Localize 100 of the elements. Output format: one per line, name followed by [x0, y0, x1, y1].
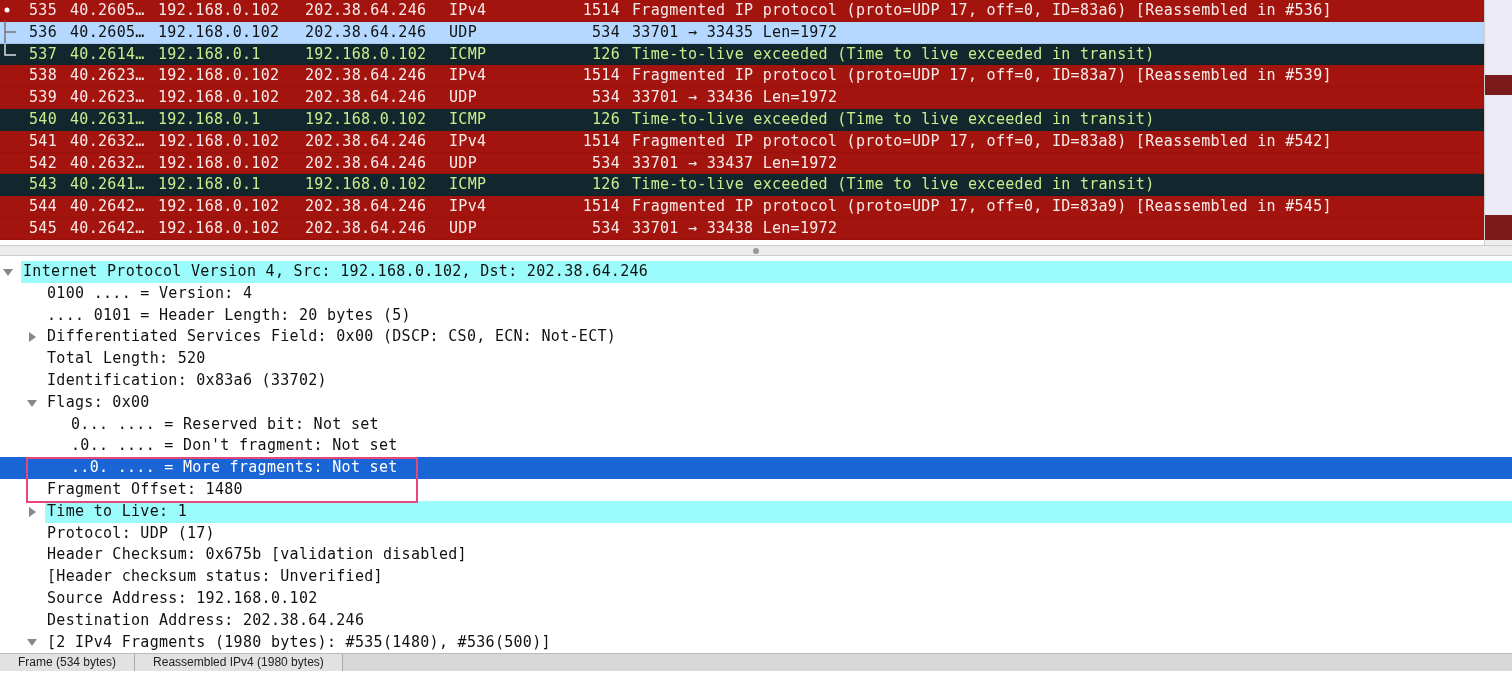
table-cell-text: 534	[591, 87, 620, 108]
packet-row[interactable]: 542 40.2632… 192.168.0.102 202.38.64.246 UDP 534 33701 → 33437 Len=1972	[0, 152, 1484, 175]
packet-row[interactable]: 541 40.2632… 192.168.0.102 202.38.64.246 IPv4 1514 Fragmented IP protocol (proto=UDP 17, off=0, ID=83a8) [Reassembled in #542]	[0, 130, 1484, 153]
table-cell-text: 126	[591, 174, 620, 196]
table-cell-text: IPv4	[449, 196, 488, 217]
table-cell-text: 192.168.0.102	[158, 152, 281, 174]
tree-item-text[interactable]: 0... .... = Reserved bit: Not set	[69, 413, 383, 436]
table-cell-text: IPv4	[449, 0, 488, 21]
table-cell: Fragmented IP protocol (proto=UDP 17, off=0, ID=83a6) [Reassembled in #536]	[632, 0, 1332, 21]
table-cell-text: 536	[28, 21, 57, 43]
table-cell-text: 192.168.0.102	[158, 0, 281, 21]
table-cell-text: 192.168.0.1	[158, 43, 262, 65]
table-cell-text: 40.2632…	[70, 130, 146, 152]
table-cell-text: 40.2642…	[70, 196, 146, 217]
table-cell: Fragmented IP protocol (proto=UDP 17, off=0, ID=83a9) [Reassembled in #545]	[632, 196, 1332, 217]
tree-item-text[interactable]: Header Checksum: 0x675b [validation disabled]	[45, 544, 471, 567]
table-cell-text: 202.38.64.246	[305, 0, 428, 21]
table-cell-text: 192.168.0.102	[158, 196, 281, 217]
table-cell-text: 534	[591, 21, 620, 43]
table-cell-text: 192.168.0.102	[305, 174, 428, 196]
table-cell-text: 202.38.64.246	[305, 217, 428, 239]
table-cell-text: 1514	[581, 65, 620, 87]
table-cell-text: IPv4	[449, 130, 488, 152]
tree-item-text[interactable]: Time to Live: 1	[45, 500, 1512, 523]
tree-item-text[interactable]: Flags: 0x00	[45, 391, 154, 414]
selected-tree-row[interactable]: ..0. .... = More fragments: Not set	[0, 457, 1512, 479]
tree-item-text[interactable]: Fragment Offset: 1480	[45, 478, 247, 501]
packet-row[interactable]: 540 40.2631… 192.168.0.1 192.168.0.102 ICMP 126 Time-to-live exceeded (Time to live exceeded in transit)	[0, 109, 1484, 131]
collapse-triangle-icon[interactable]	[3, 266, 13, 277]
table-cell-text: 192.168.0.102	[305, 43, 428, 65]
table-cell-text: 192.168.0.102	[158, 87, 281, 108]
table-cell-text: 192.168.0.102	[158, 65, 281, 87]
table-cell-text: 192.168.0.1	[158, 109, 262, 130]
status-tab[interactable]: Frame (534 bytes)	[0, 654, 136, 671]
table-cell: Fragmented IP protocol (proto=UDP 17, off=0, ID=83a8) [Reassembled in #542]	[632, 130, 1332, 152]
packet-row[interactable]: 545 40.2642… 192.168.0.102 202.38.64.246 UDP 534 33701 → 33438 Len=1972	[0, 217, 1484, 240]
table-cell-text: 40.2641…	[70, 174, 146, 196]
collapse-triangle-icon[interactable]	[27, 637, 37, 648]
table-cell-text: 543	[28, 174, 57, 196]
table-cell-text: 538	[28, 65, 57, 87]
table-cell-text: 1514	[581, 0, 620, 21]
table-cell: Time-to-live exceeded (Time to live exceeded in transit)	[632, 109, 1155, 130]
table-cell-text: 539	[28, 87, 57, 108]
table-cell-text: 537	[28, 43, 57, 65]
table-cell-text: 202.38.64.246	[305, 196, 428, 217]
expand-triangle-icon[interactable]	[27, 506, 37, 517]
tree-item-text[interactable]: 0100 .... = Version: 4	[45, 282, 257, 305]
table-cell-text: 202.38.64.246	[305, 21, 428, 43]
packet-row[interactable]: 535 40.2605… 192.168.0.102 202.38.64.246 IPv4 1514 Fragmented IP protocol (proto=UDP 17, off=0, ID=83a6) [Reassembled in #536]	[0, 0, 1484, 22]
table-cell-text: ICMP	[449, 43, 488, 65]
table-cell-text: 545	[28, 217, 57, 239]
tree-item-text[interactable]: [Header checksum status: Unverified]	[45, 566, 387, 588]
table-cell-text: 534	[591, 217, 620, 239]
table-cell: 33701 → 33435 Len=1972	[632, 21, 838, 43]
table-cell-text: 40.2623…	[70, 65, 146, 87]
tree-item-text[interactable]: Total Length: 520	[45, 348, 210, 370]
collapse-triangle-icon[interactable]	[27, 397, 37, 408]
table-cell-text: 40.2605…	[70, 21, 146, 43]
table-cell-text: 540	[28, 109, 57, 130]
packet-row[interactable]: 539 40.2623… 192.168.0.102 202.38.64.246 UDP 534 33701 → 33436 Len=1972	[0, 87, 1484, 109]
tree-item-text[interactable]: .0.. .... = Don't fragment: Not set	[69, 435, 402, 458]
table-cell-text: 40.2632…	[70, 152, 146, 174]
table-cell-text: 40.2642…	[70, 217, 146, 239]
packet-row[interactable]: 544 40.2642… 192.168.0.102 202.38.64.246 IPv4 1514 Fragmented IP protocol (proto=UDP 17, off=0, ID=83a9) [Reassembled in #545]	[0, 196, 1484, 218]
table-cell-text: 544	[28, 196, 57, 217]
table-cell-text: 202.38.64.246	[305, 65, 428, 87]
tree-item-text[interactable]: .... 0101 = Header Length: 20 bytes (5)	[45, 304, 415, 327]
tree-item-text[interactable]: Identification: 0x83a6 (33702)	[45, 370, 331, 392]
table-cell-text: 534	[591, 152, 620, 174]
table-cell-text: 202.38.64.246	[305, 130, 428, 152]
table-cell-text: UDP	[449, 152, 478, 174]
packet-row[interactable]: 537 40.2614… 192.168.0.1 192.168.0.102 ICMP 126 Time-to-live exceeded (Time to live exceeded in transit)	[0, 43, 1484, 66]
table-cell-text: ICMP	[449, 109, 488, 130]
table-cell-text: ICMP	[449, 174, 488, 196]
table-cell: 33701 → 33438 Len=1972	[632, 217, 838, 239]
table-cell-text: 40.2631…	[70, 109, 146, 130]
packet-row[interactable]: 536 40.2605… 192.168.0.102 202.38.64.246 UDP 534 33701 → 33435 Len=1972	[0, 21, 1484, 44]
table-cell-text: 1514	[581, 196, 620, 217]
expand-triangle-icon[interactable]	[27, 332, 37, 343]
tree-item-text[interactable]: Protocol: UDP (17)	[45, 522, 219, 545]
tree-item-text[interactable]: Differentiated Services Field: 0x00 (DSCP: CS0, ECN: Not-ECT)	[45, 326, 621, 349]
table-cell-text: 202.38.64.246	[305, 87, 428, 108]
packet-row[interactable]: 538 40.2623… 192.168.0.102 202.38.64.246 IPv4 1514 Fragmented IP protocol (proto=UDP 17, off=0, ID=83a7) [Reassembled in #539]	[0, 65, 1484, 88]
table-cell-text: 535	[28, 0, 57, 21]
tree-item-text[interactable]: [2 IPv4 Fragments (1980 bytes): #535(1480), #536(500)]	[45, 631, 555, 653]
table-cell-text: 192.168.0.102	[158, 21, 281, 43]
table-cell: Time-to-live exceeded (Time to live exceeded in transit)	[632, 43, 1155, 65]
packet-map-drawing[interactable]	[1484, 0, 1512, 245]
packet-row[interactable]: 543 40.2641… 192.168.0.1 192.168.0.102 ICMP 126 Time-to-live exceeded (Time to live exceeded in transit)	[0, 174, 1484, 197]
tree-item-text[interactable]: Destination Address: 202.38.64.246	[45, 609, 369, 632]
table-cell-text: UDP	[449, 87, 478, 108]
table-cell-text: 40.2623…	[70, 87, 146, 108]
table-cell-text: 192.168.0.102	[305, 109, 428, 130]
table-cell-text: 542	[28, 152, 57, 174]
table-cell-text: 192.168.0.1	[158, 174, 262, 196]
status-tab[interactable]: Reassembled IPv4 (1980 bytes)	[135, 654, 343, 671]
table-cell-text: 202.38.64.246	[305, 152, 428, 174]
tree-item-text[interactable]: Source Address: 192.168.0.102	[45, 587, 322, 610]
table-cell-text: 541	[28, 130, 57, 152]
tree-item-text[interactable]: Internet Protocol Version 4, Src: 192.168.0.102, Dst: 202.38.64.246	[21, 261, 1512, 283]
